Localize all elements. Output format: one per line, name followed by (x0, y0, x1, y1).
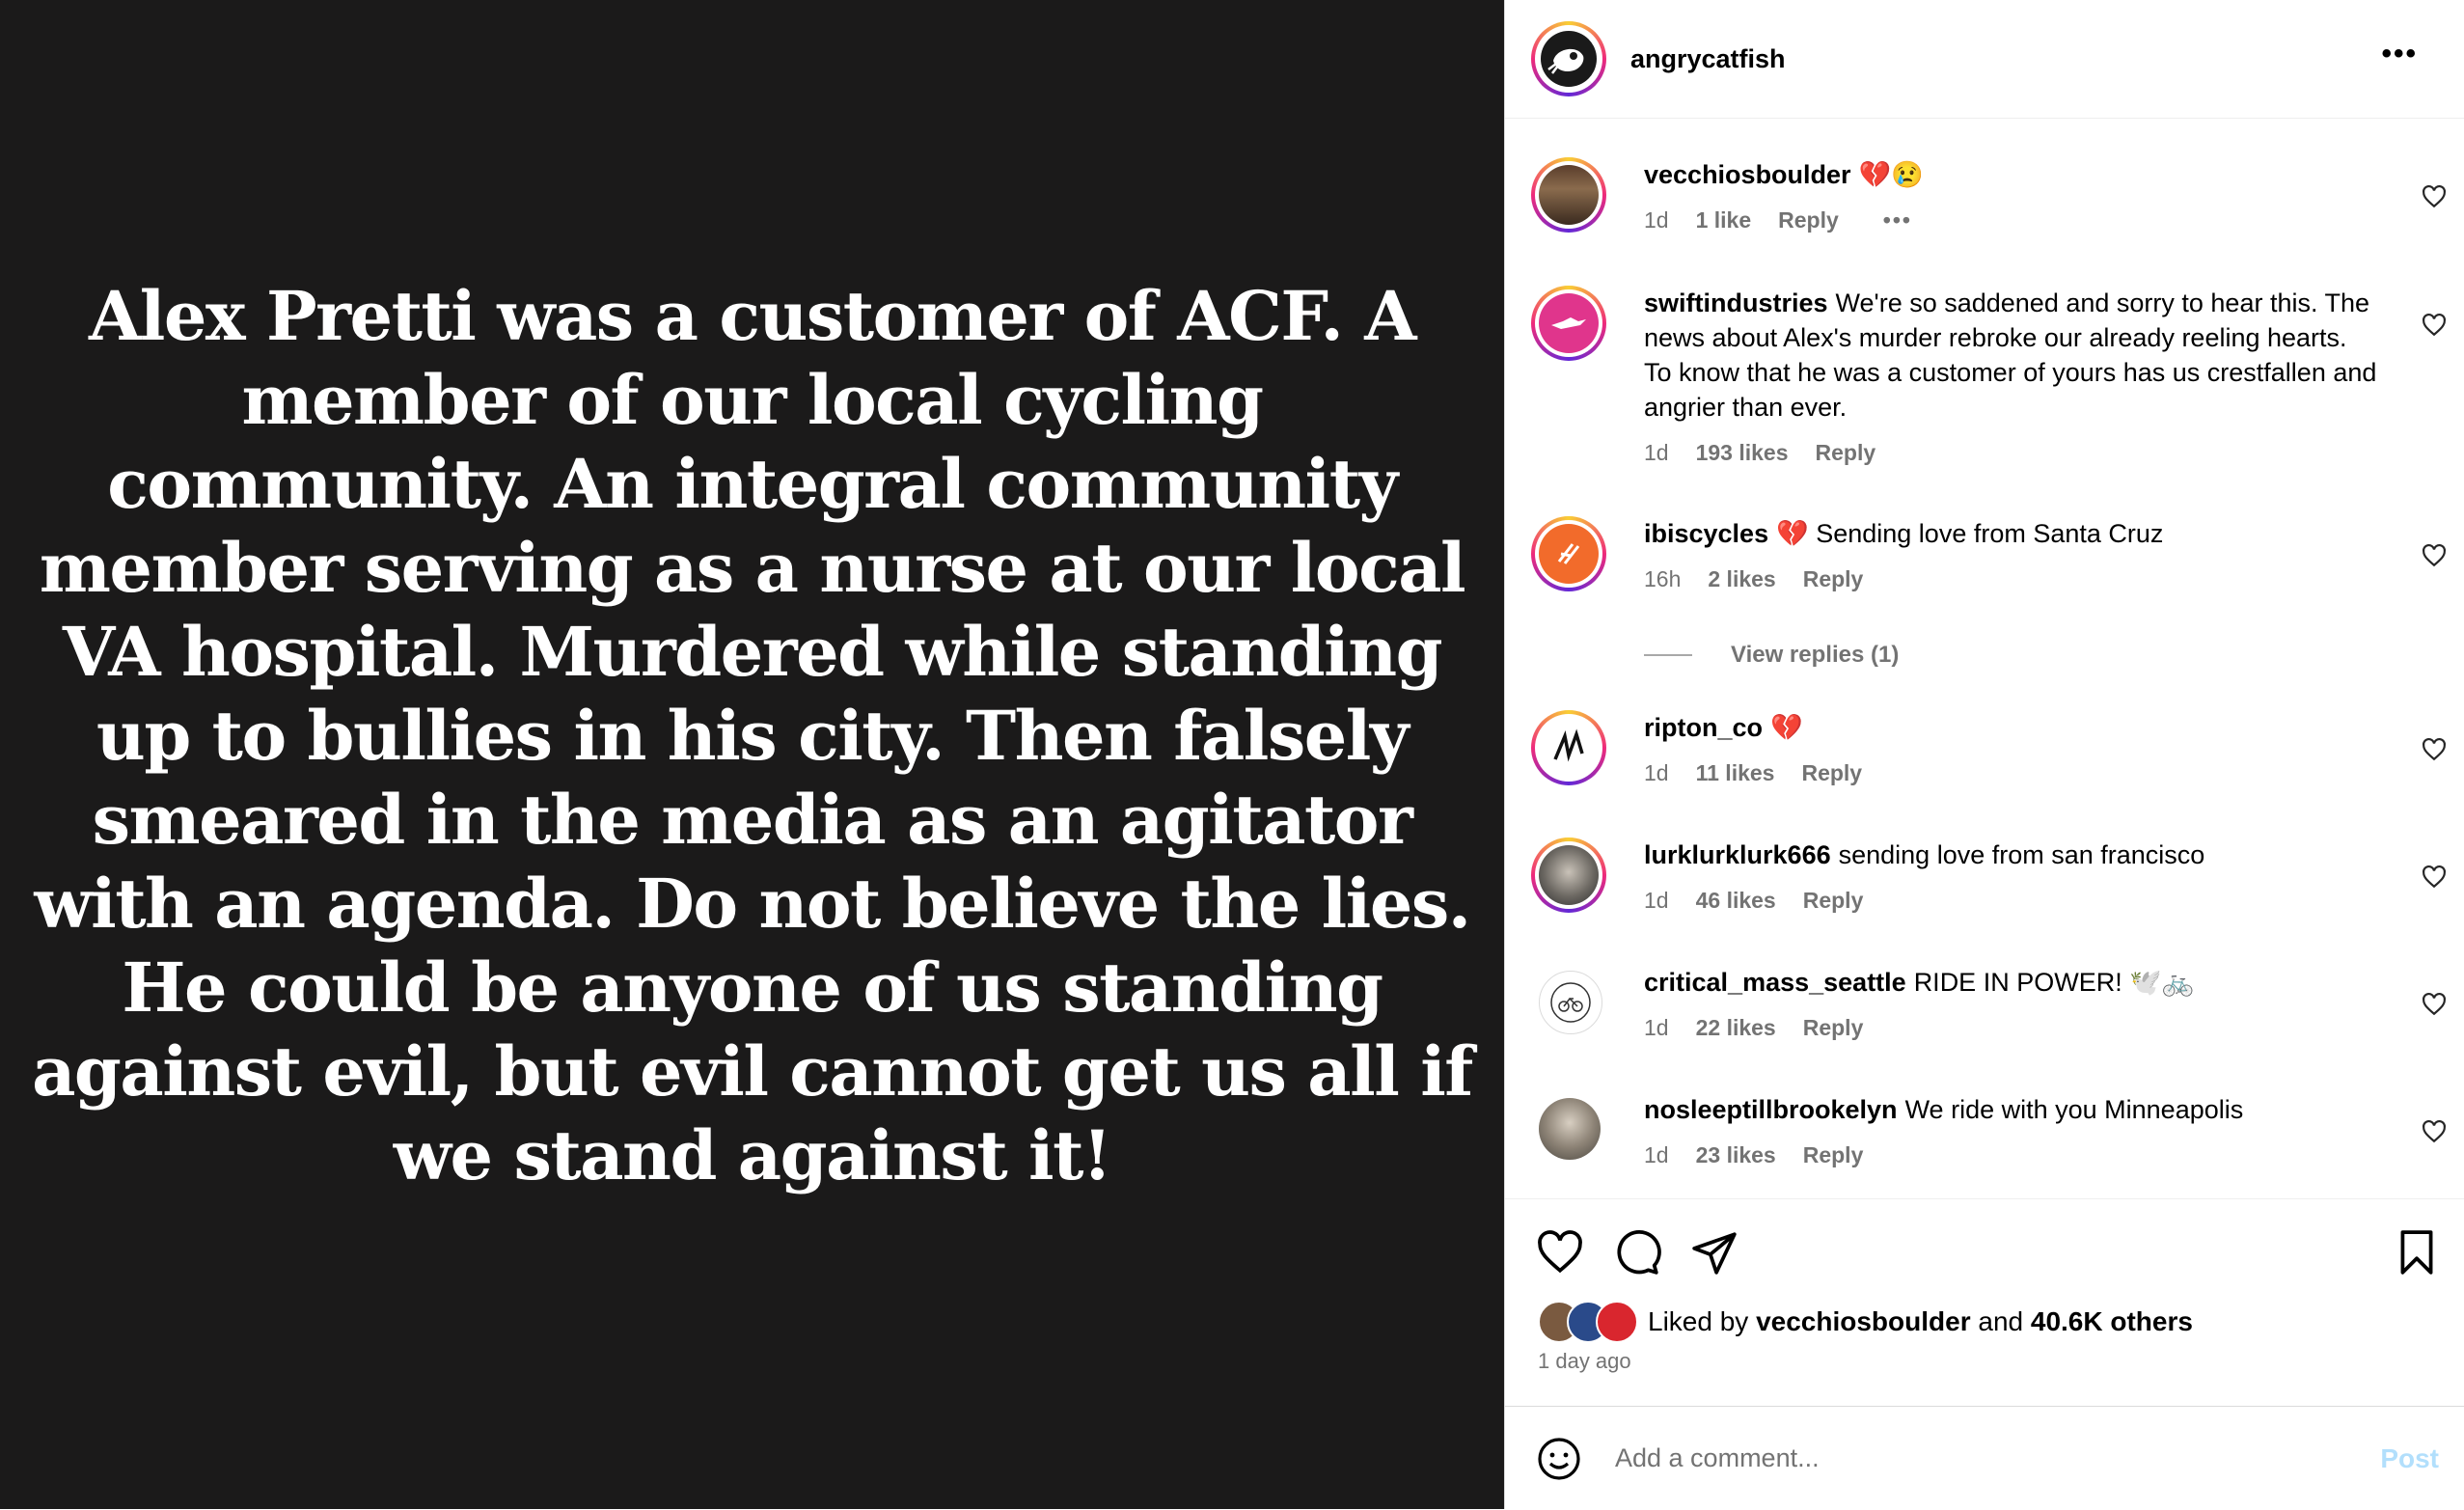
reply-button[interactable]: Reply (1803, 888, 1864, 914)
reply-button[interactable]: Reply (1803, 566, 1864, 592)
comment-text: critical_mass_seattle RIDE IN POWER! 🕊️🚲 (1644, 965, 2377, 1000)
comment-text: ibiscycles 💔 Sending love from Santa Cruz (1644, 516, 2377, 551)
more-options-icon[interactable]: ••• (2381, 40, 2418, 69)
comment-username[interactable]: vecchiosboulder (1644, 160, 1851, 189)
comment-body: 💔😢 (1858, 160, 1924, 189)
author-username[interactable]: angrycatfish (1630, 44, 1786, 74)
bookmark-icon[interactable] (2393, 1228, 2441, 1277)
comment-body: sending love from san francisco (1838, 840, 2205, 869)
comment-body: 💔 Sending love from Santa Cruz (1776, 519, 2164, 548)
liker-avatars (1538, 1301, 1638, 1343)
reply-button[interactable]: Reply (1801, 760, 1862, 786)
commenter-avatar[interactable] (1539, 971, 1602, 1034)
comment-meta: 1d 46 likes Reply (1644, 888, 2377, 914)
heart-icon[interactable] (2422, 313, 2447, 338)
comment-age: 1d (1644, 1142, 1669, 1167)
comment-likes[interactable]: 46 likes (1696, 888, 1776, 914)
comment-likes[interactable]: 23 likes (1696, 1142, 1776, 1168)
heart-icon[interactable] (2422, 737, 2447, 762)
post-sidebar: angrycatfish ••• vecchiosboulder 💔😢 1d 1 … (1504, 0, 2464, 1509)
comment-icon[interactable] (1613, 1228, 1661, 1277)
heart-icon[interactable] (2422, 1119, 2447, 1144)
commenter-avatar[interactable] (1531, 516, 1606, 591)
commenter-avatar[interactable] (1531, 157, 1606, 233)
reply-button[interactable]: Reply (1803, 1015, 1864, 1041)
commenter-avatar[interactable] (1531, 710, 1606, 785)
post-actions: Liked by vecchiosboulder and 40.6K other… (1505, 1198, 2464, 1407)
comment-likes[interactable]: 22 likes (1696, 1015, 1776, 1041)
comment-age: 16h (1644, 566, 1682, 591)
liked-username[interactable]: vecchiosboulder (1756, 1306, 1971, 1337)
reply-button[interactable]: Reply (1816, 440, 1876, 466)
comment-likes[interactable]: 2 likes (1708, 566, 1775, 592)
commenter-avatar[interactable] (1531, 837, 1606, 913)
commenter-avatar[interactable] (1531, 286, 1606, 361)
heart-icon[interactable] (2422, 543, 2447, 568)
comment-username[interactable]: ripton_co (1644, 713, 1763, 742)
comment-text: vecchiosboulder 💔😢 (1644, 157, 2377, 192)
post-comment-button[interactable]: Post (2380, 1443, 2439, 1474)
comment-meta: 1d 1 like Reply ••• (1644, 207, 2377, 233)
comment-meta: 1d 23 likes Reply (1644, 1142, 2377, 1168)
comment-more-icon[interactable]: ••• (1883, 207, 1912, 233)
comment-body: RIDE IN POWER! 🕊️🚲 (1913, 968, 2195, 997)
comment-composer: Post (1505, 1406, 2464, 1510)
comment-text: ripton_co 💔 (1644, 710, 2377, 745)
like-heart-icon[interactable] (1536, 1228, 1584, 1277)
heart-icon[interactable] (2422, 992, 2447, 1017)
comment-age: 1d (1644, 1015, 1669, 1040)
bicycle-logo-icon (1550, 982, 1591, 1023)
comment-text: swiftindustries We're so saddened and sor… (1644, 286, 2377, 425)
comment-text: nosleeptillbrookelyn We ride with you Min… (1644, 1092, 2377, 1127)
heart-icon[interactable] (2422, 865, 2447, 890)
reply-button[interactable]: Reply (1803, 1142, 1864, 1168)
comment-age: 1d (1644, 440, 1669, 465)
comment-list: vecchiosboulder 💔😢 1d 1 like Reply ••• s… (1505, 118, 2464, 1198)
comment-likes[interactable]: 11 likes (1696, 760, 1775, 786)
comment-meta: 1d 193 likes Reply (1644, 440, 2377, 466)
liker-avatar (1596, 1301, 1638, 1343)
fox-logo-icon (1551, 317, 1586, 329)
comment-meta: 1d 11 likes Reply (1644, 760, 2377, 786)
comment-username[interactable]: nosleeptillbrookelyn (1644, 1095, 1898, 1124)
comment-likes[interactable]: 193 likes (1696, 440, 1789, 466)
heart-icon[interactable] (2422, 184, 2447, 209)
comment-username[interactable]: lurklurklurk666 (1644, 840, 1831, 869)
commenter-avatar[interactable] (1539, 1098, 1601, 1160)
comment-username[interactable]: swiftindustries (1644, 288, 1828, 317)
replies-divider (1644, 654, 1692, 656)
comment-input[interactable] (1613, 1442, 2312, 1474)
catfish-logo-icon (1541, 31, 1597, 87)
liked-by-summary: Liked by vecchiosboulder and 40.6K other… (1538, 1301, 2193, 1343)
liked-prefix: Liked by (1648, 1306, 1749, 1336)
post-image: Alex Pretti was a customer of ACF. A mem… (0, 0, 1504, 1509)
comment-likes[interactable]: 1 like (1696, 207, 1752, 233)
comment-meta: 1d 22 likes Reply (1644, 1015, 2377, 1041)
comment-body: 💔 (1770, 713, 1803, 742)
liked-and: and (1978, 1306, 2024, 1336)
comment-meta: 16h 2 likes Reply (1644, 566, 2377, 592)
reply-button[interactable]: Reply (1778, 207, 1839, 233)
post-timestamp: 1 day ago (1538, 1349, 1631, 1373)
share-icon[interactable] (1690, 1228, 1738, 1277)
comment-age: 1d (1644, 888, 1669, 913)
post-image-text: Alex Pretti was a customer of ACF. A mem… (32, 275, 1473, 1195)
ibis-logo-icon (1557, 543, 1580, 564)
comment-username[interactable]: ibiscycles (1644, 519, 1768, 548)
view-replies-button[interactable]: View replies (1) (1644, 642, 1899, 669)
author-avatar[interactable] (1531, 21, 1606, 96)
emoji-icon[interactable] (1536, 1436, 1582, 1482)
ripton-logo-icon (1553, 728, 1584, 762)
view-replies-label[interactable]: View replies (1) (1731, 642, 1899, 669)
comment-username[interactable]: critical_mass_seattle (1644, 968, 1906, 997)
comment-age: 1d (1644, 760, 1669, 785)
comment-age: 1d (1644, 207, 1669, 233)
post-header: angrycatfish ••• (1505, 0, 2464, 119)
comment-text: lurklurklurk666 sending love from san fra… (1644, 837, 2377, 872)
likes-count[interactable]: 40.6K others (2031, 1306, 2193, 1337)
comment-body: We ride with you Minneapolis (1904, 1095, 2244, 1124)
